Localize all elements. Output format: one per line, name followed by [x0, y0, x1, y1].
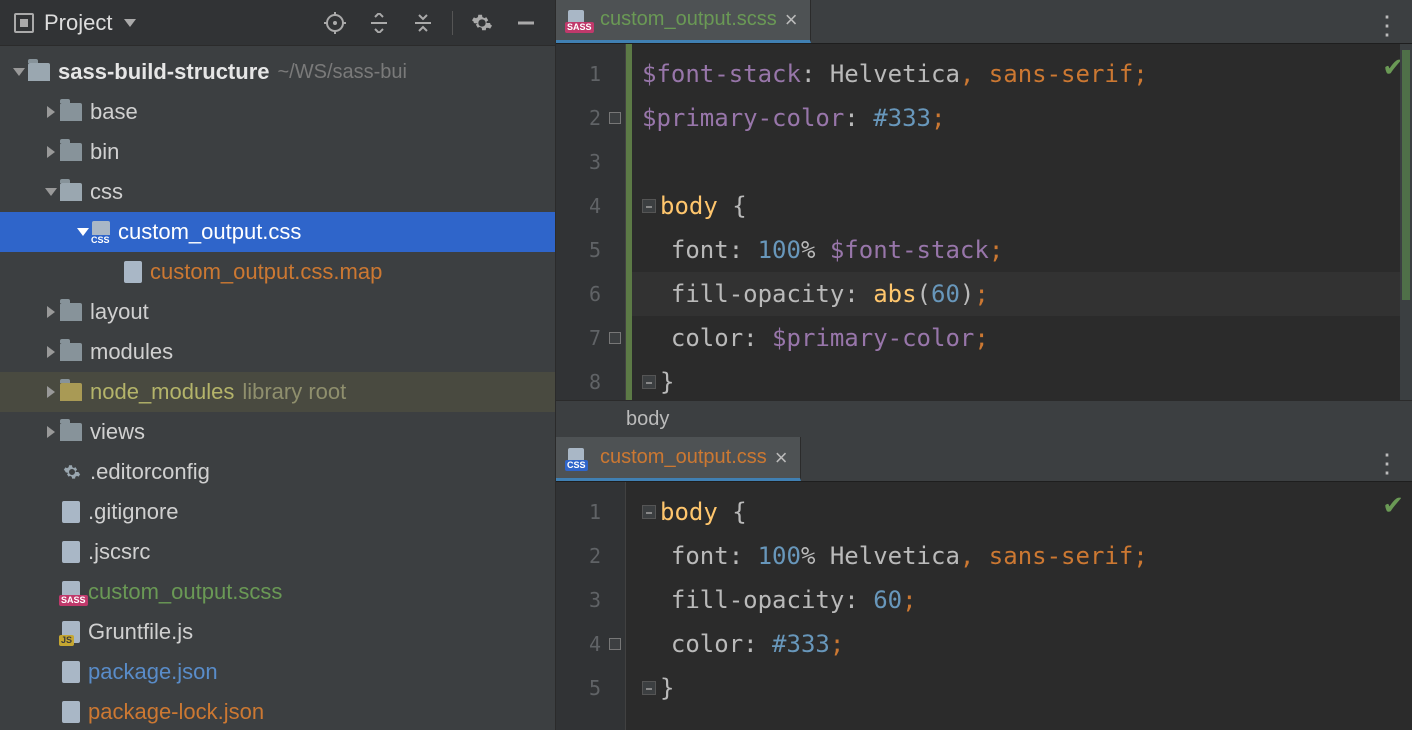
locate-icon[interactable]	[322, 10, 348, 36]
library-folder-icon	[60, 383, 82, 401]
gutter-top: 1 2 3 4 5 6 7 8	[556, 44, 626, 400]
line-number: 3	[556, 140, 625, 184]
editor-area: SASS custom_output.scss × ⋮ 1 2 3 4 5 6 …	[556, 0, 1412, 730]
project-tree[interactable]: sass-build-structure ~/WS/sass-bui base …	[0, 46, 555, 730]
fold-icon[interactable]	[642, 375, 656, 389]
minimize-icon[interactable]	[513, 10, 539, 36]
file-jscsrc[interactable]: .jscsrc	[0, 532, 555, 572]
folder-base[interactable]: base	[0, 92, 555, 132]
file-custom-output-scss[interactable]: SASS custom_output.scss	[0, 572, 555, 612]
css-file-icon: CSS	[568, 448, 584, 468]
project-tool-title[interactable]: Project	[44, 10, 112, 36]
tab-menu-icon[interactable]: ⋮	[1374, 448, 1402, 479]
divider-icon	[452, 11, 453, 35]
chevron-right-icon[interactable]	[42, 383, 60, 401]
js-file-icon: JS	[62, 621, 80, 643]
chevron-right-icon[interactable]	[42, 303, 60, 321]
file-icon	[62, 541, 80, 563]
gear-icon	[62, 462, 82, 482]
scroll-strip[interactable]	[1400, 44, 1412, 400]
file-icon	[62, 501, 80, 523]
gutter-bottom: 1 2 3 4 5	[556, 482, 626, 730]
folder-css[interactable]: css	[0, 172, 555, 212]
editor-scss[interactable]: 1 2 3 4 5 6 7 8 $font-stack: Helvetica, …	[556, 44, 1412, 400]
file-icon	[124, 261, 142, 283]
sass-file-icon: SASS	[62, 581, 80, 603]
project-root-row[interactable]: sass-build-structure ~/WS/sass-bui	[0, 52, 555, 92]
app-root: Project sas	[0, 0, 1412, 730]
project-toolbar: Project	[0, 0, 555, 46]
folder-node-modules[interactable]: node_modules library root	[0, 372, 555, 412]
line-number: 5	[556, 228, 625, 272]
chevron-right-icon[interactable]	[42, 343, 60, 361]
tab-menu-icon[interactable]: ⋮	[1374, 10, 1402, 41]
close-icon[interactable]: ×	[785, 9, 798, 31]
folder-icon	[60, 343, 82, 361]
line-number: 5	[556, 666, 625, 710]
chevron-right-icon[interactable]	[42, 103, 60, 121]
line-number: 8	[556, 360, 625, 404]
line-number: 2	[556, 534, 625, 578]
check-icon: ✔	[1382, 490, 1404, 521]
line-number: 1	[556, 52, 625, 96]
folder-layout[interactable]: layout	[0, 292, 555, 332]
editor-css[interactable]: 1 2 3 4 5 body { font: 100% Helvetica, s…	[556, 482, 1412, 730]
gutter-mark-icon	[609, 112, 621, 124]
chevron-right-icon[interactable]	[42, 423, 60, 441]
line-number: 1	[556, 490, 625, 534]
tab-custom-output-scss[interactable]: SASS custom_output.scss ×	[556, 0, 811, 43]
file-package-json[interactable]: package.json	[0, 652, 555, 692]
sass-file-icon: SASS	[568, 10, 584, 30]
folder-icon	[60, 423, 82, 441]
tab-bar-bottom: CSS custom_output.css × ⋮	[556, 438, 1412, 482]
file-custom-output-css-map[interactable]: custom_output.css.map	[0, 252, 555, 292]
folder-views[interactable]: views	[0, 412, 555, 452]
gutter-mark-icon	[609, 332, 621, 344]
folder-icon	[60, 143, 82, 161]
folder-icon	[60, 183, 82, 201]
json-file-icon	[62, 701, 80, 723]
folder-bin[interactable]: bin	[0, 132, 555, 172]
file-gruntfile[interactable]: JS Gruntfile.js	[0, 612, 555, 652]
folder-modules[interactable]: modules	[0, 332, 555, 372]
chevron-down-icon[interactable]	[10, 63, 28, 81]
expand-all-icon[interactable]	[366, 10, 392, 36]
tab-bar-top: SASS custom_output.scss × ⋮	[556, 0, 1412, 44]
css-file-icon: CSS	[92, 221, 110, 243]
file-package-lock[interactable]: package-lock.json	[0, 692, 555, 730]
chevron-down-icon[interactable]	[42, 183, 60, 201]
code-area-top[interactable]: $font-stack: Helvetica, sans-serif; $pri…	[626, 44, 1412, 400]
tab-custom-output-css[interactable]: CSS custom_output.css ×	[556, 437, 801, 481]
project-tool-icon	[14, 13, 34, 33]
line-number: 4	[556, 622, 625, 666]
project-root-path: ~/WS/sass-bui	[278, 61, 407, 84]
file-editorconfig[interactable]: .editorconfig	[0, 452, 555, 492]
breadcrumb-bar[interactable]: body	[556, 400, 1412, 438]
line-number: 3	[556, 578, 625, 622]
line-number: 2	[556, 96, 625, 140]
line-number: 4	[556, 184, 625, 228]
fold-icon[interactable]	[642, 505, 656, 519]
project-view-dropdown-icon[interactable]	[124, 19, 136, 27]
gutter-mark-icon	[609, 638, 621, 650]
close-icon[interactable]: ×	[775, 447, 788, 469]
line-number: 7	[556, 316, 625, 360]
json-file-icon	[62, 661, 80, 683]
file-gitignore[interactable]: .gitignore	[0, 492, 555, 532]
fold-icon[interactable]	[642, 681, 656, 695]
line-number: 6	[556, 272, 625, 316]
chevron-right-icon[interactable]	[42, 143, 60, 161]
project-root-name: sass-build-structure	[58, 59, 270, 85]
folder-icon	[60, 303, 82, 321]
collapse-all-icon[interactable]	[410, 10, 436, 36]
project-sidebar: Project sas	[0, 0, 556, 730]
code-area-bottom[interactable]: body { font: 100% Helvetica, sans-serif;…	[626, 482, 1412, 730]
folder-icon	[60, 103, 82, 121]
gear-icon[interactable]	[469, 10, 495, 36]
fold-icon[interactable]	[642, 199, 656, 213]
folder-icon	[28, 63, 50, 81]
breadcrumb-item[interactable]: body	[626, 408, 669, 431]
file-custom-output-css[interactable]: CSS custom_output.css	[0, 212, 555, 252]
